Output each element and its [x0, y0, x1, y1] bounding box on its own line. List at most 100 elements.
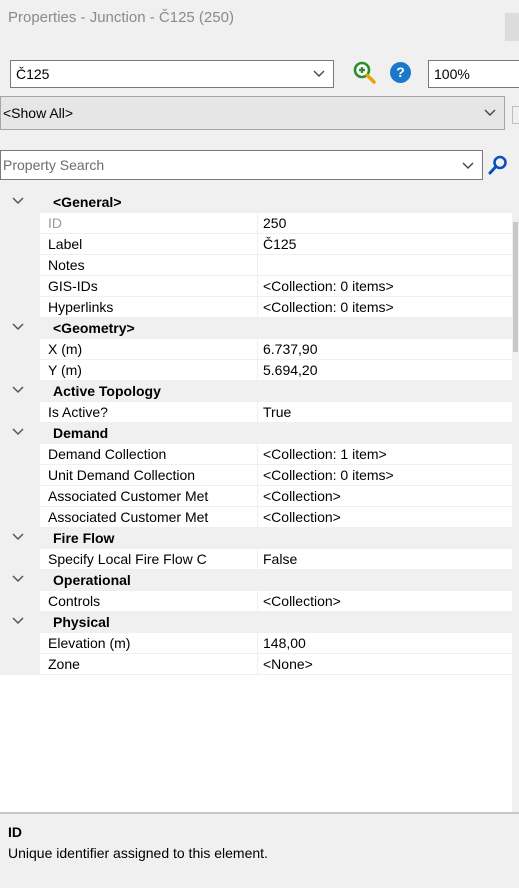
property-name: Demand Collection [40, 444, 258, 465]
property-category[interactable]: Operational [0, 570, 519, 591]
property-name: Y (m) [40, 360, 258, 381]
property-grid-scrollbar[interactable] [512, 192, 519, 812]
chevron-down-icon[interactable] [11, 530, 25, 544]
row-margin [0, 213, 40, 234]
property-grid: <General> ID 250 Label Č125 Notes GIS-IDs <Coll… [0, 192, 519, 812]
category-label: Fire Flow [53, 530, 115, 546]
property-value[interactable]: <Collection: 0 items> [258, 297, 519, 318]
property-row[interactable]: Notes [0, 255, 519, 276]
property-row[interactable]: Specify Local Fire Flow C False [0, 549, 519, 570]
category-filter-value: <Show All> [3, 105, 74, 121]
property-category[interactable]: Demand [0, 423, 519, 444]
property-row[interactable]: X (m) 6.737,90 [0, 339, 519, 360]
description-text: Unique identifier assigned to this eleme… [8, 845, 268, 861]
property-category[interactable]: Fire Flow [0, 528, 519, 549]
property-value[interactable]: 6.737,90 [258, 339, 519, 360]
property-row[interactable]: Controls <Collection> [0, 591, 519, 612]
row-margin [0, 444, 40, 465]
property-name: Controls [40, 591, 258, 612]
property-row[interactable]: Demand Collection <Collection: 1 item> [0, 444, 519, 465]
property-name: Associated Customer Met [40, 486, 258, 507]
chevron-down-icon [484, 109, 496, 116]
row-margin [0, 276, 40, 297]
row-margin [0, 486, 40, 507]
property-row[interactable]: Y (m) 5.694,20 [0, 360, 519, 381]
row-margin [0, 591, 40, 612]
property-value[interactable]: False [258, 549, 519, 570]
property-name: Hyperlinks [40, 297, 258, 318]
filter-side-button[interactable] [512, 106, 519, 124]
zoom-level-value: 100% [434, 66, 470, 82]
chevron-down-icon[interactable] [11, 383, 25, 397]
property-row[interactable]: Zone <None> [0, 654, 519, 675]
property-row[interactable]: ID 250 [0, 213, 519, 234]
property-category[interactable]: Active Topology [0, 381, 519, 402]
property-row[interactable]: Associated Customer Met <Collection> [0, 507, 519, 528]
row-margin [0, 654, 40, 675]
property-value[interactable] [258, 255, 519, 276]
chevron-down-icon[interactable] [11, 194, 25, 208]
property-value[interactable]: <None> [258, 654, 519, 675]
element-select-value: Č125 [16, 66, 50, 82]
chevron-down-icon[interactable] [11, 320, 25, 334]
property-row[interactable]: Associated Customer Met <Collection> [0, 486, 519, 507]
property-value[interactable]: <Collection: 0 items> [258, 276, 519, 297]
property-row[interactable]: Elevation (m) 148,00 [0, 633, 519, 654]
description-panel: ID Unique identifier assigned to this el… [0, 812, 519, 888]
element-select[interactable]: Č125 [10, 60, 334, 88]
scrollbar-thumb[interactable] [513, 222, 518, 352]
property-name: ID [40, 213, 258, 234]
property-category[interactable]: <General> [0, 192, 519, 213]
category-filter-select[interactable]: <Show All> [0, 96, 505, 130]
window-titlebar: Properties - Junction - Č125 (250) [0, 0, 519, 41]
property-name: GIS-IDs [40, 276, 258, 297]
chevron-down-icon[interactable] [11, 572, 25, 586]
property-row[interactable]: GIS-IDs <Collection: 0 items> [0, 276, 519, 297]
property-category[interactable]: Physical [0, 612, 519, 633]
titlebar-edge [505, 13, 519, 41]
chevron-down-icon[interactable] [11, 614, 25, 628]
property-value[interactable]: <Collection: 1 item> [258, 444, 519, 465]
property-category[interactable]: <Geometry> [0, 318, 519, 339]
row-margin [0, 402, 40, 423]
property-value[interactable]: <Collection> [258, 591, 519, 612]
property-value[interactable]: 148,00 [258, 633, 519, 654]
property-value[interactable]: 5.694,20 [258, 360, 519, 381]
property-search-input[interactable]: Property Search [0, 150, 483, 180]
row-margin [0, 465, 40, 486]
property-value[interactable]: <Collection> [258, 507, 519, 528]
category-label: Physical [53, 614, 110, 630]
chevron-down-icon[interactable] [11, 425, 25, 439]
zoom-in-icon[interactable] [352, 60, 376, 84]
property-value[interactable]: Č125 [258, 234, 519, 255]
row-margin [0, 234, 40, 255]
property-value[interactable]: <Collection> [258, 486, 519, 507]
window-title: Properties - Junction - Č125 (250) [8, 9, 234, 26]
property-row[interactable]: Unit Demand Collection <Collection: 0 ite… [0, 465, 519, 486]
property-search-placeholder: Property Search [3, 157, 105, 173]
property-name: Specify Local Fire Flow C [40, 549, 258, 570]
row-margin [0, 297, 40, 318]
zoom-level-select[interactable]: 100% [428, 60, 519, 88]
search-icon[interactable] [487, 154, 509, 176]
property-name: Associated Customer Met [40, 507, 258, 528]
property-name: Unit Demand Collection [40, 465, 258, 486]
row-margin [0, 633, 40, 654]
property-name: Notes [40, 255, 258, 276]
property-value[interactable]: 250 [258, 213, 519, 234]
property-name: Label [40, 234, 258, 255]
row-margin [0, 360, 40, 381]
category-label: Active Topology [53, 383, 161, 399]
property-value[interactable]: True [258, 402, 519, 423]
help-icon[interactable]: ? [390, 62, 411, 83]
row-margin [0, 549, 40, 570]
property-row[interactable]: Is Active? True [0, 402, 519, 423]
property-row[interactable]: Label Č125 [0, 234, 519, 255]
property-value[interactable]: <Collection: 0 items> [258, 465, 519, 486]
category-label: Operational [53, 572, 131, 588]
property-name: Elevation (m) [40, 633, 258, 654]
category-label: <General> [53, 194, 122, 210]
property-row[interactable]: Hyperlinks <Collection: 0 items> [0, 297, 519, 318]
chevron-down-icon [313, 70, 325, 77]
property-name: X (m) [40, 339, 258, 360]
